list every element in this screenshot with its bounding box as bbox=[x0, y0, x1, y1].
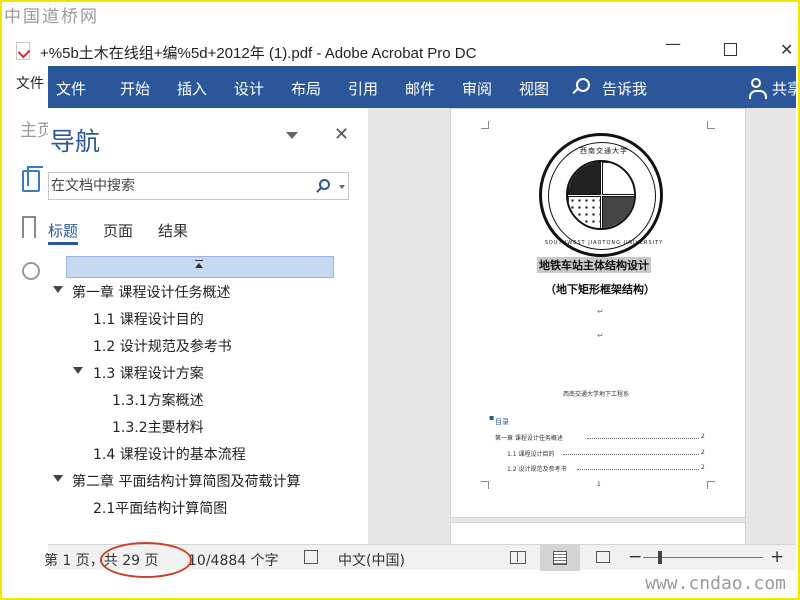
nav-heading-item[interactable]: 1.3.2主要材料 bbox=[112, 417, 204, 437]
nav-close-button[interactable]: ✕ bbox=[334, 124, 349, 145]
crop-mark bbox=[481, 481, 489, 489]
document-page-next[interactable] bbox=[450, 522, 746, 544]
toc-page: 2 bbox=[701, 433, 705, 440]
crop-mark bbox=[707, 481, 715, 489]
tab-design[interactable]: 设计 bbox=[234, 78, 264, 99]
red-annotation-ellipse bbox=[100, 542, 192, 578]
university-logo: 西南交通大学 SOUTHWEST JIAOTONG UNIVERSITY bbox=[539, 133, 663, 257]
watermark-bottom: www.cndao.com bbox=[645, 573, 786, 594]
nav-heading-item[interactable]: 1.3 课程设计方案 bbox=[93, 363, 204, 383]
ribbon-tabs: 文件 开始 插入 设计 布局 引用 邮件 审阅 视图 告诉我 共享 bbox=[48, 66, 800, 108]
nav-heading-item[interactable]: 第一章 课程设计任务概述 bbox=[72, 282, 230, 302]
nav-heading-item[interactable]: 第二章 平面结构计算简图及荷载计算 bbox=[72, 471, 300, 491]
tab-results[interactable]: 结果 bbox=[158, 220, 188, 241]
toc-entry[interactable]: 1.2 设计规范及参考书 bbox=[507, 464, 566, 473]
page-footer-number: 1 bbox=[597, 481, 601, 488]
toc-entry[interactable]: 1.1 课程设计目的 bbox=[507, 449, 554, 458]
zoom-slider-thumb[interactable] bbox=[658, 551, 662, 564]
bookmark-icon[interactable] bbox=[22, 216, 36, 242]
share-button[interactable]: 共享 bbox=[772, 78, 800, 99]
chevron-down-icon[interactable] bbox=[286, 132, 298, 139]
expand-triangle-icon[interactable] bbox=[53, 475, 63, 482]
logo-text-top: 西南交通大学 bbox=[580, 147, 628, 155]
close-window-button[interactable]: ✕ bbox=[780, 40, 793, 59]
word-count[interactable]: 10/4884 个字 bbox=[188, 550, 279, 570]
tab-pages[interactable]: 页面 bbox=[103, 220, 133, 241]
nav-heading-item[interactable]: 1.1 课程设计目的 bbox=[93, 309, 204, 329]
tab-home[interactable]: 开始 bbox=[120, 78, 150, 99]
search-input[interactable] bbox=[51, 176, 306, 196]
tab-mailings[interactable]: 邮件 bbox=[405, 78, 435, 99]
watermark-top: 中国道桥网 bbox=[4, 7, 99, 27]
print-layout-icon[interactable] bbox=[553, 551, 567, 565]
document-subtitle[interactable]: （地下矩形框架结构） bbox=[545, 281, 655, 297]
toc-entry[interactable]: 第一章 课程设计任务概述 bbox=[495, 433, 563, 442]
minimize-button[interactable]: — bbox=[665, 34, 681, 53]
toc-leader bbox=[563, 449, 699, 455]
expand-triangle-icon[interactable] bbox=[53, 286, 63, 293]
maximize-button[interactable] bbox=[724, 43, 737, 56]
web-layout-icon[interactable] bbox=[596, 551, 610, 563]
nav-pane-title: 导航 bbox=[50, 127, 101, 156]
toc-page: 2 bbox=[701, 449, 705, 456]
tell-me-box[interactable]: 告诉我 bbox=[602, 78, 647, 99]
crop-mark bbox=[481, 121, 489, 129]
toc-leader bbox=[577, 464, 699, 470]
share-person-icon[interactable] bbox=[749, 78, 767, 99]
tab-headings[interactable]: 标题 bbox=[48, 220, 78, 241]
logo-emblem bbox=[566, 160, 636, 230]
nav-heading-item[interactable]: 1.3.1方案概述 bbox=[112, 390, 204, 410]
tab-insert[interactable]: 插入 bbox=[177, 78, 207, 99]
nav-heading-item[interactable]: 1.2 设计规范及参考书 bbox=[93, 336, 232, 356]
document-title[interactable]: 地铁车站主体结构设计 bbox=[537, 257, 651, 273]
language-indicator[interactable]: 中文(中国) bbox=[338, 550, 405, 570]
proofing-icon[interactable] bbox=[304, 550, 318, 564]
paragraph-mark: ↵ bbox=[597, 331, 604, 340]
nav-heading-item[interactable]: 1.4 课程设计的基本流程 bbox=[93, 444, 246, 464]
search-options-caret-icon[interactable] bbox=[339, 185, 345, 189]
read-mode-icon[interactable] bbox=[510, 551, 526, 564]
page-thumbnails-icon[interactable] bbox=[22, 166, 43, 192]
acrobat-menu-file[interactable]: 文件 bbox=[16, 73, 44, 93]
expand-triangle-icon[interactable] bbox=[73, 367, 83, 374]
navigation-pane: 导航 ✕ 标题 页面 结果 第一章 课程设计任务概述 1.1 课程设计目的 1.… bbox=[48, 108, 368, 544]
pdf-file-icon bbox=[16, 42, 30, 60]
lightbulb-search-icon[interactable] bbox=[576, 78, 590, 92]
zoom-in-button[interactable]: + bbox=[770, 547, 784, 567]
paragraph-mark: ↵ bbox=[597, 307, 604, 316]
active-tab-indicator bbox=[48, 242, 78, 245]
tab-review[interactable]: 审阅 bbox=[462, 78, 492, 99]
acrobat-titlebar: +%5b土木在线组+编%5d+2012年 (1).pdf - Adobe Acr… bbox=[2, 30, 798, 70]
bullet-mark: ▪ bbox=[489, 413, 495, 422]
tab-file[interactable]: 文件 bbox=[56, 78, 86, 99]
collapse-all-bar[interactable] bbox=[66, 256, 334, 278]
window-title: +%5b土木在线组+编%5d+2012年 (1).pdf - Adobe Acr… bbox=[40, 45, 477, 62]
toc-title[interactable]: 目录 bbox=[495, 417, 509, 427]
crop-mark bbox=[707, 121, 715, 129]
tab-view[interactable]: 视图 bbox=[519, 78, 549, 99]
nav-heading-item[interactable]: 2.1平面结构计算简图 bbox=[93, 498, 227, 518]
document-page[interactable]: 西南交通大学 SOUTHWEST JIAOTONG UNIVERSITY 地铁车… bbox=[450, 108, 746, 518]
search-icon[interactable] bbox=[319, 179, 330, 190]
toc-leader bbox=[587, 433, 699, 439]
collapse-up-icon bbox=[195, 260, 203, 268]
tab-references[interactable]: 引用 bbox=[348, 78, 378, 99]
document-organization[interactable]: 西南交通大学地下工程系 bbox=[563, 389, 629, 398]
toc-page: 2 bbox=[701, 464, 705, 471]
document-canvas[interactable]: 西南交通大学 SOUTHWEST JIAOTONG UNIVERSITY 地铁车… bbox=[368, 108, 796, 544]
logo-text-bottom: SOUTHWEST JIAOTONG UNIVERSITY bbox=[544, 240, 664, 246]
zoom-out-button[interactable]: − bbox=[628, 547, 642, 567]
tab-layout[interactable]: 布局 bbox=[291, 78, 321, 99]
search-box[interactable] bbox=[48, 172, 349, 200]
